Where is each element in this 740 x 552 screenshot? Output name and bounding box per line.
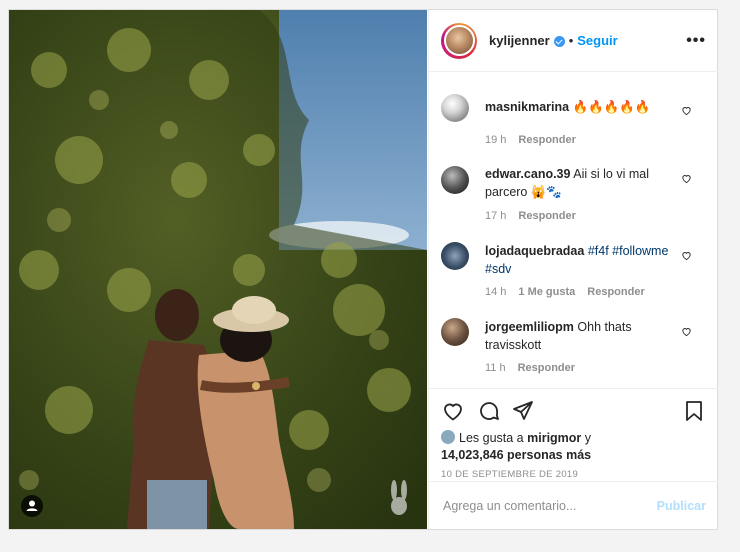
heart-icon[interactable] bbox=[441, 399, 465, 423]
likes-count[interactable]: 14,023,846 personas más bbox=[441, 448, 591, 462]
comment-meta: 14 h 1 Me gusta Responder bbox=[485, 286, 657, 298]
comment-item: jorgeemliliopm Ohh thats travisskott 11 … bbox=[441, 318, 706, 384]
comment-like-heart-icon[interactable] bbox=[681, 105, 692, 116]
reply-button[interactable]: Responder bbox=[518, 134, 575, 146]
bookmark-icon[interactable] bbox=[682, 399, 706, 423]
follow-button[interactable]: Seguir bbox=[577, 33, 617, 48]
post-modal: kylijenner • Seguir ••• masnikmarina 🔥🔥🔥… bbox=[8, 9, 718, 530]
post-side-panel: kylijenner • Seguir ••• masnikmarina 🔥🔥🔥… bbox=[428, 10, 718, 529]
commenter-avatar[interactable] bbox=[441, 318, 469, 346]
comment-input[interactable] bbox=[441, 497, 657, 514]
verified-icon bbox=[553, 36, 565, 47]
photo-illustration bbox=[9, 10, 427, 529]
comment-like-heart-icon[interactable] bbox=[681, 326, 692, 337]
likes-connector: y bbox=[584, 431, 592, 445]
comment-meta: 17 h Responder bbox=[485, 210, 588, 222]
comment-item: masnikmarina 🔥🔥🔥🔥🔥 19 h Responder bbox=[441, 94, 706, 154]
post-date[interactable]: 10 DE SEPTIEMBRE DE 2019 bbox=[441, 469, 578, 480]
share-icon[interactable] bbox=[511, 399, 535, 423]
reply-button[interactable]: Responder bbox=[587, 286, 644, 298]
comment-username[interactable]: lojadaquebradaa bbox=[485, 244, 584, 258]
post-header: kylijenner • Seguir ••• bbox=[429, 10, 718, 72]
author-username[interactable]: kylijenner bbox=[489, 33, 550, 48]
commenter-avatar[interactable] bbox=[441, 242, 469, 270]
comment-text: jorgeemliliopm Ohh thats travisskott bbox=[485, 318, 678, 354]
likes-prefix: Les gusta a bbox=[459, 431, 524, 445]
comment-item: edwar.cano.39 Aii si lo vi mal parcero 🙀… bbox=[441, 166, 706, 232]
likes-summary[interactable]: Les gusta a mirigmor y 14,023,846 person… bbox=[441, 430, 591, 464]
comment-time[interactable]: 19 h bbox=[485, 134, 506, 146]
publish-button[interactable]: Publicar bbox=[657, 499, 706, 513]
comment-time[interactable]: 11 h bbox=[485, 362, 506, 374]
comment-time[interactable]: 14 h bbox=[485, 286, 506, 298]
add-comment-bar: Publicar bbox=[429, 481, 718, 529]
comments-list[interactable]: masnikmarina 🔥🔥🔥🔥🔥 19 h Responder edwar.c… bbox=[429, 72, 718, 388]
user-tag-icon[interactable] bbox=[21, 495, 43, 517]
comment-username[interactable]: masnikmarina bbox=[485, 100, 569, 114]
commenter-avatar[interactable] bbox=[441, 166, 469, 194]
comment-likes-count[interactable]: 1 Me gusta bbox=[518, 286, 575, 298]
comment-like-heart-icon[interactable] bbox=[681, 250, 692, 261]
author-avatar[interactable] bbox=[441, 22, 477, 59]
comment-username[interactable]: edwar.cano.39 bbox=[485, 167, 570, 181]
liker-username[interactable]: mirigmor bbox=[527, 431, 581, 445]
comment-text: edwar.cano.39 Aii si lo vi mal parcero 🙀… bbox=[485, 165, 678, 201]
liker-avatar bbox=[441, 430, 455, 444]
reply-button[interactable]: Responder bbox=[518, 362, 575, 374]
comment-time[interactable]: 17 h bbox=[485, 210, 506, 222]
reply-button[interactable]: Responder bbox=[518, 210, 575, 222]
post-photo[interactable] bbox=[9, 10, 427, 529]
comment-like-heart-icon[interactable] bbox=[681, 173, 692, 184]
action-icon-row bbox=[441, 397, 706, 425]
comment-item: lojadaquebradaa #f4f #followme #sdv 14 h… bbox=[441, 242, 706, 308]
comment-meta: 11 h Responder bbox=[485, 362, 587, 374]
comment-meta: 19 h Responder bbox=[485, 134, 588, 146]
comment-text: lojadaquebradaa #f4f #followme #sdv bbox=[485, 242, 678, 278]
comment-text: masnikmarina 🔥🔥🔥🔥🔥 bbox=[485, 98, 678, 116]
separator-dot: • bbox=[568, 33, 574, 48]
comment-icon[interactable] bbox=[477, 399, 501, 423]
post-actions: Les gusta a mirigmor y 14,023,846 person… bbox=[429, 388, 718, 482]
more-options-icon[interactable]: ••• bbox=[686, 32, 706, 50]
comment-username[interactable]: jorgeemliliopm bbox=[485, 320, 574, 334]
commenter-avatar[interactable] bbox=[441, 94, 469, 122]
comment-body: 🔥🔥🔥🔥🔥 bbox=[572, 100, 651, 114]
